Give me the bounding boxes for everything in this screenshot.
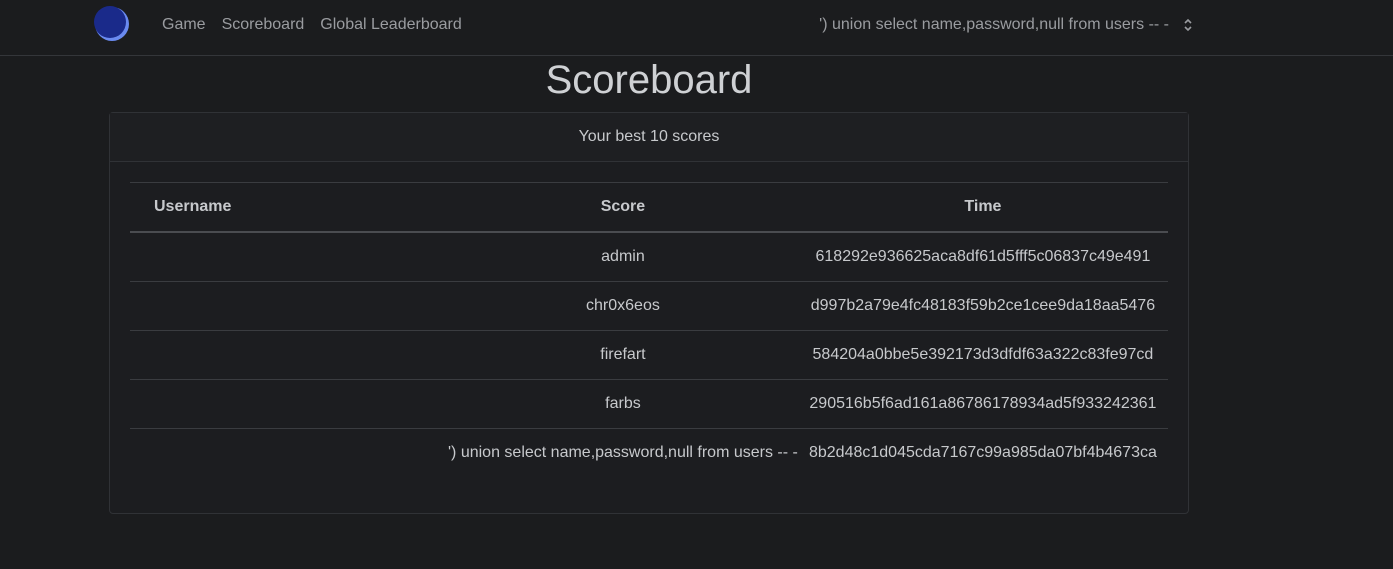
table-row: firefart 584204a0bbe5e392173d3dfdf63a322… [130,331,1168,380]
chevron-updown-icon [1183,17,1193,33]
top-navbar: Game Scoreboard Global Leaderboard ') un… [0,0,1393,56]
cell-score: farbs [605,395,641,412]
cell-time: 618292e936625aca8df61d5fff5c06837c49e491 [815,248,1151,265]
nav-link-scoreboard[interactable]: Scoreboard [222,15,305,35]
table-row: admin 618292e936625aca8df61d5fff5c06837c… [130,232,1168,282]
cell-score: chr0x6eos [586,297,660,314]
nav-link-game[interactable]: Game [162,15,206,35]
cell-username [130,429,448,478]
cell-username [130,232,448,282]
column-header-time: Time [964,198,1002,215]
page-title: Scoreboard [545,58,753,102]
scores-table: Username Score Time admin 618292e936625a… [130,182,1168,477]
nav-link-global-leaderboard[interactable]: Global Leaderboard [320,15,461,35]
cell-score: admin [601,248,645,265]
table-header-row: Username Score Time [130,182,1168,232]
cell-time: d997b2a79e4fc48183f59b2ce1cee9da18aa5476 [810,297,1156,314]
column-header-score: Score [600,198,646,215]
nav-links: Game Scoreboard Global Leaderboard [162,15,462,35]
moon-logo-icon[interactable] [94,6,130,42]
cell-username [130,331,448,380]
scores-card: Your best 10 scores Username Score Time … [109,112,1189,514]
cell-time: 8b2d48c1d045cda7167c99a985da07bf4b4673ca [808,444,1157,461]
cell-score: firefart [600,346,646,363]
user-select[interactable]: ') union select name,password,null from … [819,15,1193,35]
table-row: chr0x6eos d997b2a79e4fc48183f59b2ce1cee9… [130,282,1168,331]
cell-score: ') union select name,password,null from … [448,444,798,461]
column-header-username: Username [154,198,232,215]
cell-username [130,380,448,429]
cell-time: 290516b5f6ad161a86786178934ad5f933242361 [809,395,1157,412]
table-row: ') union select name,password,null from … [130,429,1168,478]
cell-time: 584204a0bbe5e392173d3dfdf63a322c83fe97cd [812,346,1154,363]
table-row: farbs 290516b5f6ad161a86786178934ad5f933… [130,380,1168,429]
card-header: Your best 10 scores [110,113,1188,162]
user-select-label: ') union select name,password,null from … [819,16,1169,33]
cell-username [130,282,448,331]
